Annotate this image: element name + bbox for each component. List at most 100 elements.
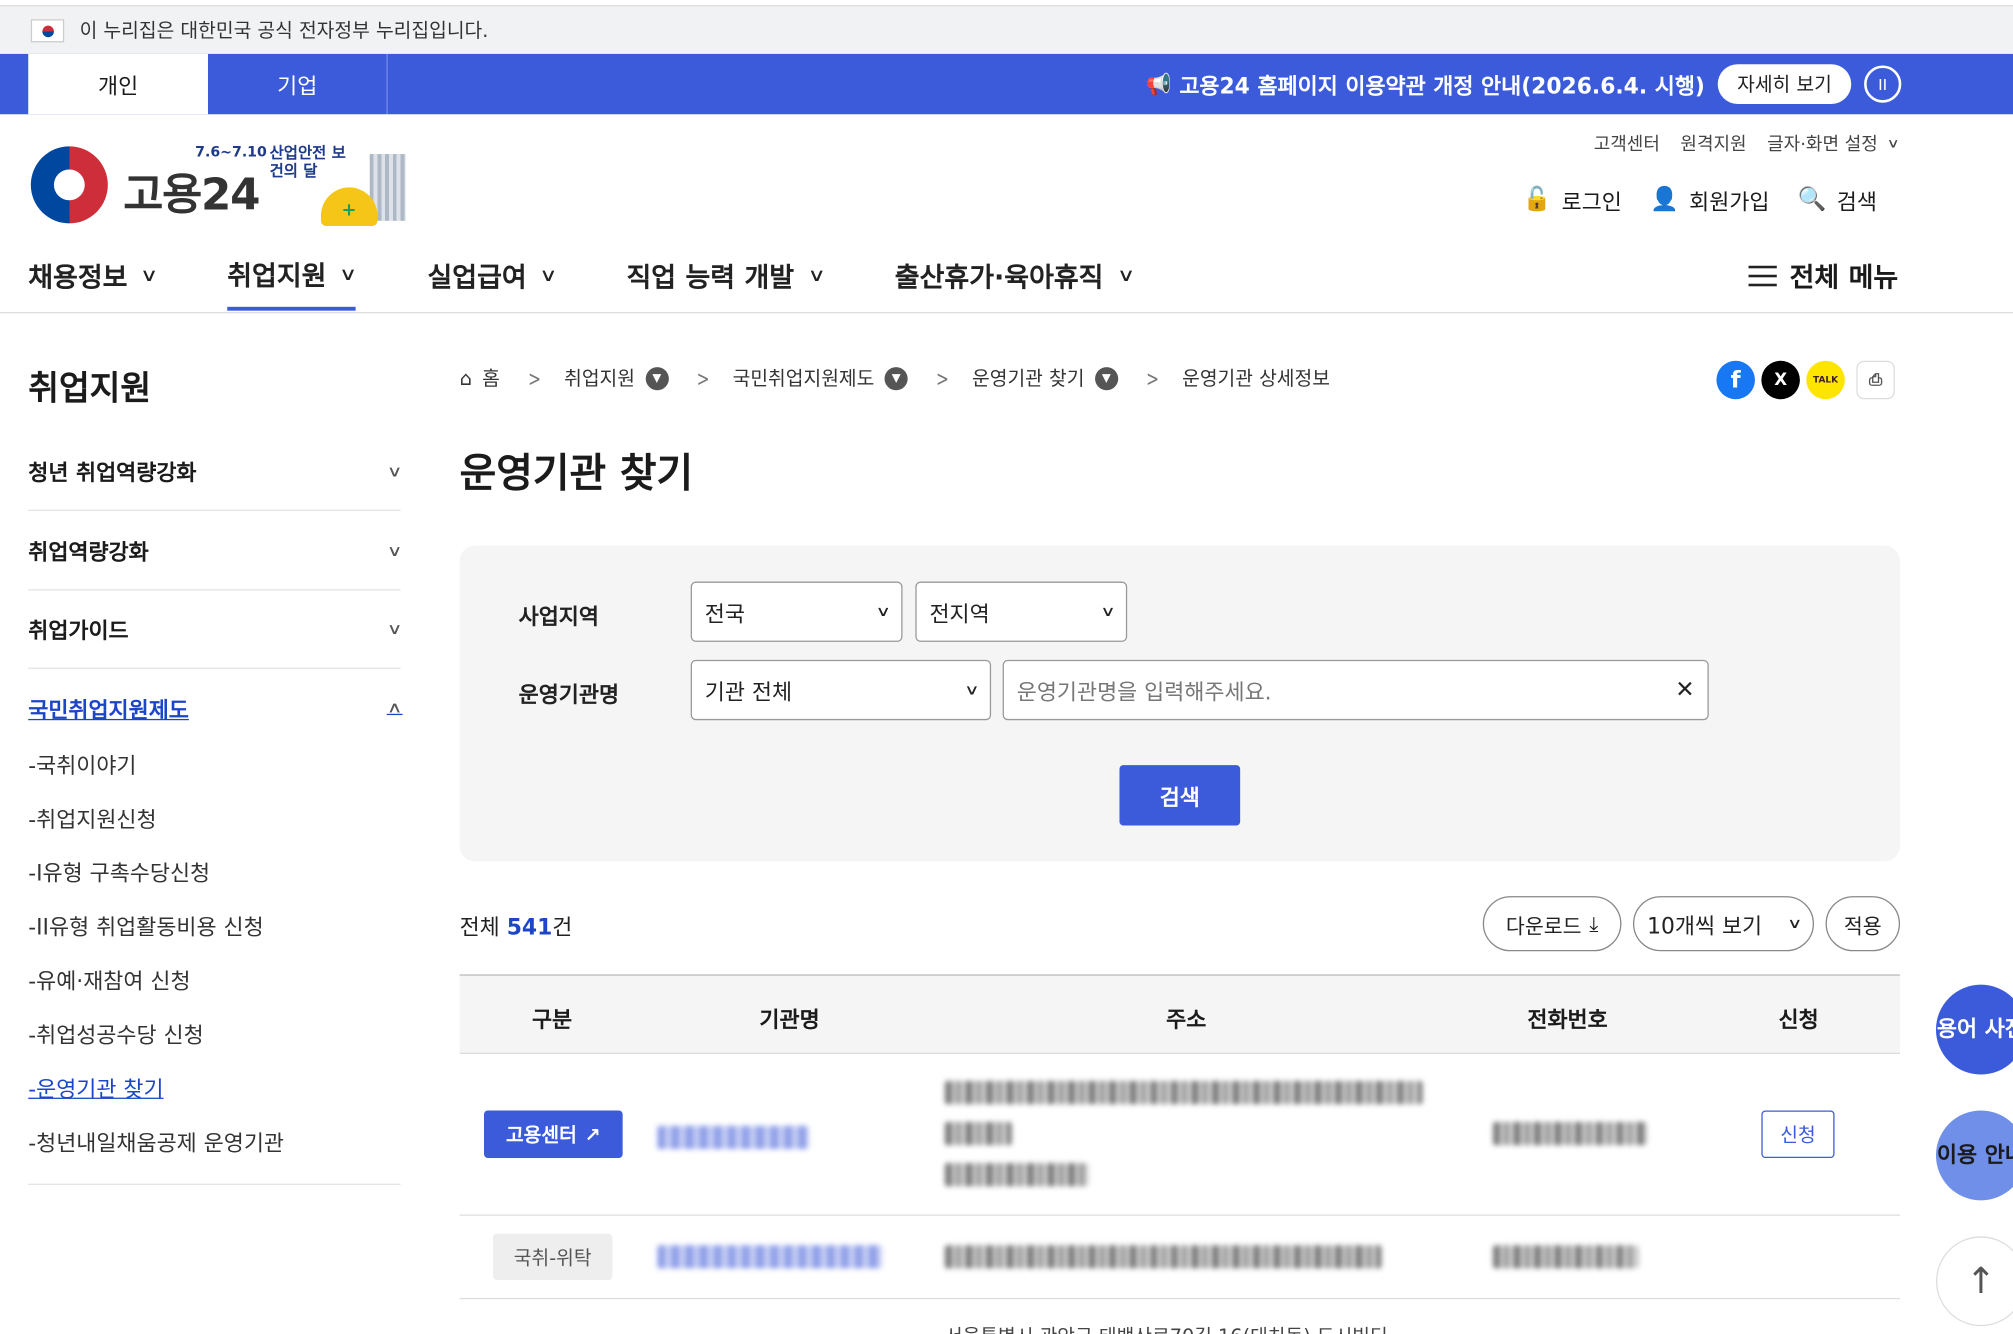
apply-button[interactable]: 신청 [1761,1110,1835,1158]
divider [459,1297,1901,1300]
top-strip: 개인 기업 📢 고용24 홈페이지 이용약관 개정 안내(2026.6.4. 시… [0,53,2013,115]
apply-page-size-button[interactable]: 적용 [1825,896,1901,952]
lnb-sub-item[interactable]: -국취이야기 [28,747,136,780]
kakao-icon[interactable]: TALK [1806,360,1845,400]
chevron-down-icon: ∨ [1786,915,1803,933]
clear-icon[interactable]: ✕ [1675,677,1694,704]
search-button[interactable]: 🔍 검색 [1798,184,1877,216]
display-settings-label: 글자·화면 설정 [1767,134,1878,156]
header-type: 구분 [531,1007,573,1034]
region-select[interactable]: 전국 ∨ [690,581,903,642]
address-cutoff: 서울특별시 관악구 태백산로70길 16(대치동) 도시빌딩 [945,1322,1388,1334]
lnb-group-label: 취업가이드 [28,618,129,645]
chevron-down-icon: ∨ [386,541,403,560]
remote-support-link[interactable]: 원격지원 [1680,131,1746,157]
login-button[interactable]: 🔓 로그인 [1523,184,1622,216]
org-type-select[interactable]: 기관 전체 ∨ [690,659,992,721]
logo-emblem-icon[interactable] [30,146,108,224]
breadcrumb-home[interactable]: ⌂ 홈 [460,365,500,392]
chevron-right-icon: > [528,365,542,391]
chevron-up-icon: ∧ [386,698,403,717]
display-settings-button[interactable]: 글자·화면 설정 ∨ [1767,131,1899,157]
dictionary-button[interactable]: 용어 사전 [1935,984,2013,1075]
chevron-down-icon: ∨ [1100,603,1116,621]
logo-text[interactable]: 고용24 [123,159,260,222]
breadcrumb-level1[interactable]: 취업지원 ▼ [564,365,669,392]
megaphone-icon: 📢 [1146,71,1172,97]
search-label: 검색 [1836,190,1877,216]
search-submit-button[interactable]: 검색 [1119,765,1241,826]
notice-detail-button[interactable]: 자세히 보기 [1717,64,1852,104]
lnb-title: 취업지원 [28,369,152,409]
event-banner-dates[interactable]: 7.6~7.10 [195,144,267,161]
external-link-icon: ↗ [584,1122,601,1146]
lnb-sub-item[interactable]: -유예·재참여 신청 [28,963,190,995]
lnb-sub-item-active[interactable]: -운영기관 찾기 [28,1071,163,1103]
cross-icon: + [341,200,357,221]
all-menu-button[interactable]: 전체 메뉴 [1748,257,1898,296]
lnb-sub-item[interactable]: -취업성공수당 신청 [28,1017,203,1049]
lnb-sub-item[interactable]: -II유형 취업활동비용 신청 [28,909,263,941]
auth-links: 🔓 로그인 👤 회원가입 🔍 검색 [1523,184,1877,216]
lnb-sub-item[interactable]: -취업지원신청 [28,801,156,834]
chevron-down-icon: ∨ [875,603,891,621]
lock-icon: 🔓 [1522,186,1552,214]
download-button[interactable]: 다운로드 ⤓ [1482,896,1622,952]
chevron-down-icon: ∨ [386,461,403,480]
gnb-item-job-skills[interactable]: 직업 능력 개발 ∨ [626,241,826,310]
scroll-top-button[interactable]: ↑ [1935,1236,2013,1327]
gnb-item-unemployment-benefits[interactable]: 실업급여 ∨ [428,241,558,310]
print-icon[interactable]: ⎙ [1856,360,1895,400]
breadcrumb-label: 국민취업지원제도 [732,367,875,391]
search-icon: 🔍 [1797,186,1827,214]
utility-links: 고객센터 원격지원 글자·화면 설정 ∨ [1594,131,1900,157]
lnb-group-label: 청년 취업역량강화 [28,460,197,487]
gnb-item-employment-support[interactable]: 취업지원 ∨ [227,241,358,311]
gnb-item-parental-leave[interactable]: 출산휴가·육아휴직 ∨ [895,241,1135,310]
lnb-group-capacity[interactable]: 취업역량강화 ∨ [28,511,403,591]
event-banner-text[interactable]: 산업안전 보건의 달 [270,144,347,180]
page-size-select[interactable]: 10개씩 보기 ∨ [1632,896,1815,952]
page-title: 운영기관 찾기 [459,450,694,497]
breadcrumb-level4: 운영기관 상세정보 [1182,365,1330,392]
address-redacted [944,1080,1423,1105]
subregion-select[interactable]: 전지역 ∨ [915,581,1128,642]
chevron-down-icon: ∨ [806,265,826,287]
phone-redacted [1493,1122,1648,1146]
dropdown-icon[interactable]: ▼ [884,366,908,390]
dropdown-icon[interactable]: ▼ [1094,366,1118,390]
notice-pause-button[interactable]: II [1864,65,1902,103]
chevron-right-icon: > [696,365,710,391]
page-size-value: 10개씩 보기 [1647,914,1763,940]
divider [459,1214,1901,1216]
usage-guide-button[interactable]: 이용 안내 [1935,1110,2013,1201]
notice[interactable]: 📢 고용24 홈페이지 이용약관 개정 안내(2026.6.4. 시행) [1146,54,1705,114]
chevron-down-icon: ∨ [964,681,980,699]
org-name-input[interactable]: 운영기관명을 입력해주세요. ✕ [1002,659,1709,721]
divider [28,1183,401,1185]
chevron-right-icon: > [1146,365,1159,391]
tab-personal[interactable]: 개인 [28,53,208,115]
org-name-redacted[interactable] [657,1245,882,1269]
breadcrumb-level2[interactable]: 국민취업지원제도 ▼ [733,365,908,392]
dropdown-icon[interactable]: ▼ [645,366,669,390]
facebook-icon[interactable]: f [1716,360,1755,400]
tab-corporate[interactable]: 기업 [208,53,388,115]
lnb-sub-item[interactable]: -청년내일채움공제 운영기관 [28,1125,284,1157]
gnb-item-jobs[interactable]: 채용정보 ∨ [28,241,158,310]
x-icon[interactable]: X [1761,360,1800,400]
total-suffix: 건 [552,915,573,942]
lnb-group-youth[interactable]: 청년 취업역량강화 ∨ [28,431,403,511]
org-name-redacted[interactable] [657,1125,809,1150]
breadcrumb-level3[interactable]: 운영기관 찾기 ▼ [972,365,1118,392]
customer-center-link[interactable]: 고객센터 [1594,131,1660,157]
breadcrumb-label: 운영기관 찾기 [972,367,1085,391]
employment-center-link[interactable]: 고용센터 ↗ [483,1110,623,1158]
lnb-group-national-support[interactable]: 국민취업지원제도 ∧ [28,668,403,748]
login-label: 로그인 [1561,190,1622,216]
lnb-group-guide[interactable]: 취업가이드 ∨ [28,589,403,669]
signup-button[interactable]: 👤 회원가입 [1650,184,1769,216]
row-type-badge: 국취-위탁 [492,1233,613,1280]
gov-banner-text: 이 누리집은 대한민국 공식 전자정부 누리집입니다. [79,19,489,43]
lnb-sub-item[interactable]: -I유형 구촉수당신청 [28,855,210,887]
